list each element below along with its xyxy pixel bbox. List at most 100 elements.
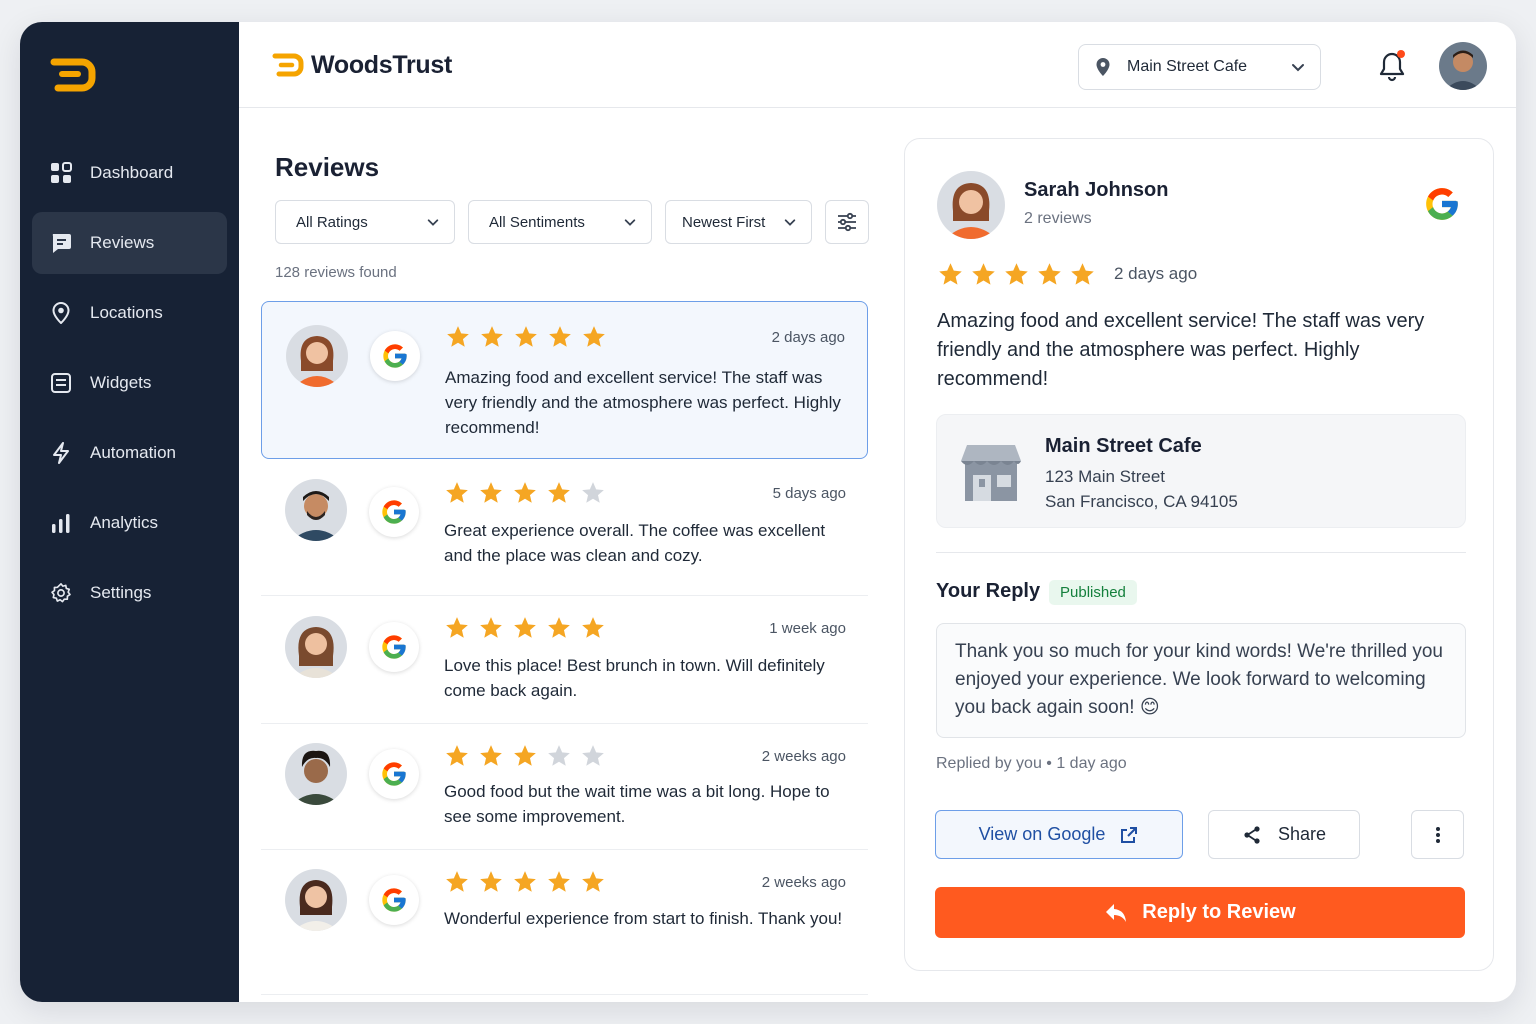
star-filled-icon — [549, 326, 571, 347]
user-avatar[interactable] — [1439, 42, 1487, 90]
sidebar-item-label: Analytics — [90, 513, 159, 532]
review-text: Good food but the wait time was a bit lo… — [444, 782, 830, 826]
view-on-google-button[interactable]: View on Google — [935, 810, 1183, 859]
view-on-google-label: View on Google — [978, 824, 1106, 844]
star-rating — [444, 615, 614, 641]
star-filled-icon — [480, 745, 502, 766]
star-filled-icon — [1038, 263, 1061, 285]
review-time: 2 days ago — [1114, 264, 1198, 283]
brand[interactable]: WoodsTrust — [271, 50, 452, 80]
star-filled-icon — [514, 871, 536, 892]
star-filled-icon — [939, 263, 962, 285]
sentiment-filter-value: All Sentiments — [489, 213, 585, 231]
sidebar-item-settings[interactable]: Settings — [32, 562, 227, 624]
review-card[interactable]: 2 weeks ago Wonderful experience from st… — [261, 850, 868, 995]
star-filled-icon — [515, 326, 537, 347]
sidebar-item-automation[interactable]: Automation — [32, 422, 227, 484]
review-card[interactable]: 5 days ago Great experience overall. The… — [261, 459, 868, 596]
star-filled-icon — [1071, 263, 1094, 285]
gear-icon — [50, 582, 72, 604]
reply-to-review-button[interactable]: Reply to Review — [935, 887, 1465, 938]
location-name: Main Street Cafe — [1045, 435, 1202, 457]
review-time: 1 week ago — [769, 620, 846, 637]
star-filled-icon — [514, 745, 536, 766]
brand-logo-icon[interactable] — [48, 54, 96, 96]
share-button[interactable]: Share — [1208, 810, 1360, 859]
reply-meta: Replied by you • 1 day ago — [936, 755, 1127, 772]
star-filled-icon — [582, 871, 604, 892]
more-options-button[interactable] — [1411, 810, 1464, 859]
sidebar-item-label: Settings — [90, 583, 152, 602]
star-filled-icon — [446, 871, 468, 892]
star-filled-icon — [481, 326, 503, 347]
chevron-down-icon — [784, 219, 796, 226]
star-empty-icon — [548, 745, 570, 766]
review-card[interactable]: 2 weeks ago Good food but the wait time … — [261, 724, 868, 850]
more-vertical-icon — [1435, 826, 1440, 843]
sidebar-item-analytics[interactable]: Analytics — [32, 492, 227, 554]
rating-filter-value: All Ratings — [296, 213, 368, 231]
star-filled-icon — [1005, 263, 1028, 285]
location-select[interactable]: Main Street Cafe — [1078, 44, 1321, 90]
location-card[interactable]: Main Street Cafe 123 Main Street San Fra… — [936, 414, 1466, 528]
reviewer-review-count: 2 reviews — [1024, 210, 1092, 227]
bar-chart-icon — [50, 512, 72, 534]
star-rating — [444, 743, 614, 769]
review-card[interactable]: 2 days ago Amazing food and excellent se… — [261, 301, 868, 459]
notifications-button[interactable] — [1377, 50, 1407, 82]
sidebar-item-locations[interactable]: Locations — [32, 282, 227, 344]
sort-select[interactable]: Newest First — [665, 200, 812, 244]
star-rating — [444, 869, 614, 895]
star-filled-icon — [972, 263, 995, 285]
star-filled-icon — [548, 871, 570, 892]
location-pin-icon — [1096, 58, 1110, 76]
chevron-down-icon — [427, 219, 439, 226]
sidebar-item-label: Widgets — [90, 373, 152, 392]
review-card[interactable]: 1 week ago Love this place! Best brunch … — [261, 596, 868, 724]
review-time: 5 days ago — [772, 485, 846, 502]
star-filled-icon — [447, 326, 469, 347]
brand-logo-icon — [272, 53, 304, 77]
chevron-down-icon — [1292, 64, 1304, 72]
sliders-icon — [838, 212, 856, 232]
google-source-icon — [369, 875, 419, 925]
star-filled-icon — [548, 617, 570, 638]
dashboard-icon — [50, 162, 72, 184]
star-rating — [445, 324, 615, 350]
star-filled-icon — [480, 871, 502, 892]
top-bar: WoodsTrust Main Street Cafe — [239, 22, 1516, 108]
review-detail-panel: Sarah Johnson 2 reviews 2 days ago Amazi… — [904, 138, 1494, 971]
reviewer-avatar — [285, 479, 347, 541]
reviews-icon — [50, 232, 72, 254]
rating-filter[interactable]: All Ratings — [275, 200, 455, 244]
sentiment-filter[interactable]: All Sentiments — [468, 200, 652, 244]
brand-name: WoodsTrust — [311, 50, 452, 79]
storefront-icon — [961, 445, 1021, 501]
reviewer-avatar — [285, 743, 347, 805]
review-text: Love this place! Best brunch in town. Wi… — [444, 656, 825, 700]
sort-select-value: Newest First — [682, 213, 766, 231]
status-badge: Published — [1049, 580, 1137, 605]
star-filled-icon — [548, 482, 570, 503]
sidebar-item-label: Locations — [90, 303, 163, 322]
advanced-filters-button[interactable] — [825, 200, 869, 244]
sidebar-item-widgets[interactable]: Widgets — [32, 352, 227, 414]
review-text: Great experience overall. The coffee was… — [444, 521, 826, 565]
review-time: 2 weeks ago — [761, 874, 846, 891]
reviewer-name: Sarah Johnson — [1024, 179, 1169, 201]
sidebar-item-dashboard[interactable]: Dashboard — [32, 142, 227, 204]
review-time: 2 weeks ago — [761, 748, 846, 765]
page-title: Reviews — [275, 152, 380, 182]
star-filled-icon — [514, 617, 536, 638]
notification-dot — [1397, 50, 1405, 58]
sidebar-item-reviews[interactable]: Reviews — [32, 212, 227, 274]
reply-text: Thank you so much for your kind words! W… — [936, 623, 1466, 738]
google-source-icon — [369, 749, 419, 799]
star-rating — [444, 480, 614, 506]
review-list: 2 days ago Amazing food and excellent se… — [261, 301, 868, 995]
reviewer-avatar — [937, 171, 1005, 239]
google-source-icon — [370, 331, 420, 381]
google-source-icon — [369, 487, 419, 537]
location-pin-icon — [50, 302, 72, 324]
star-filled-icon — [514, 482, 536, 503]
